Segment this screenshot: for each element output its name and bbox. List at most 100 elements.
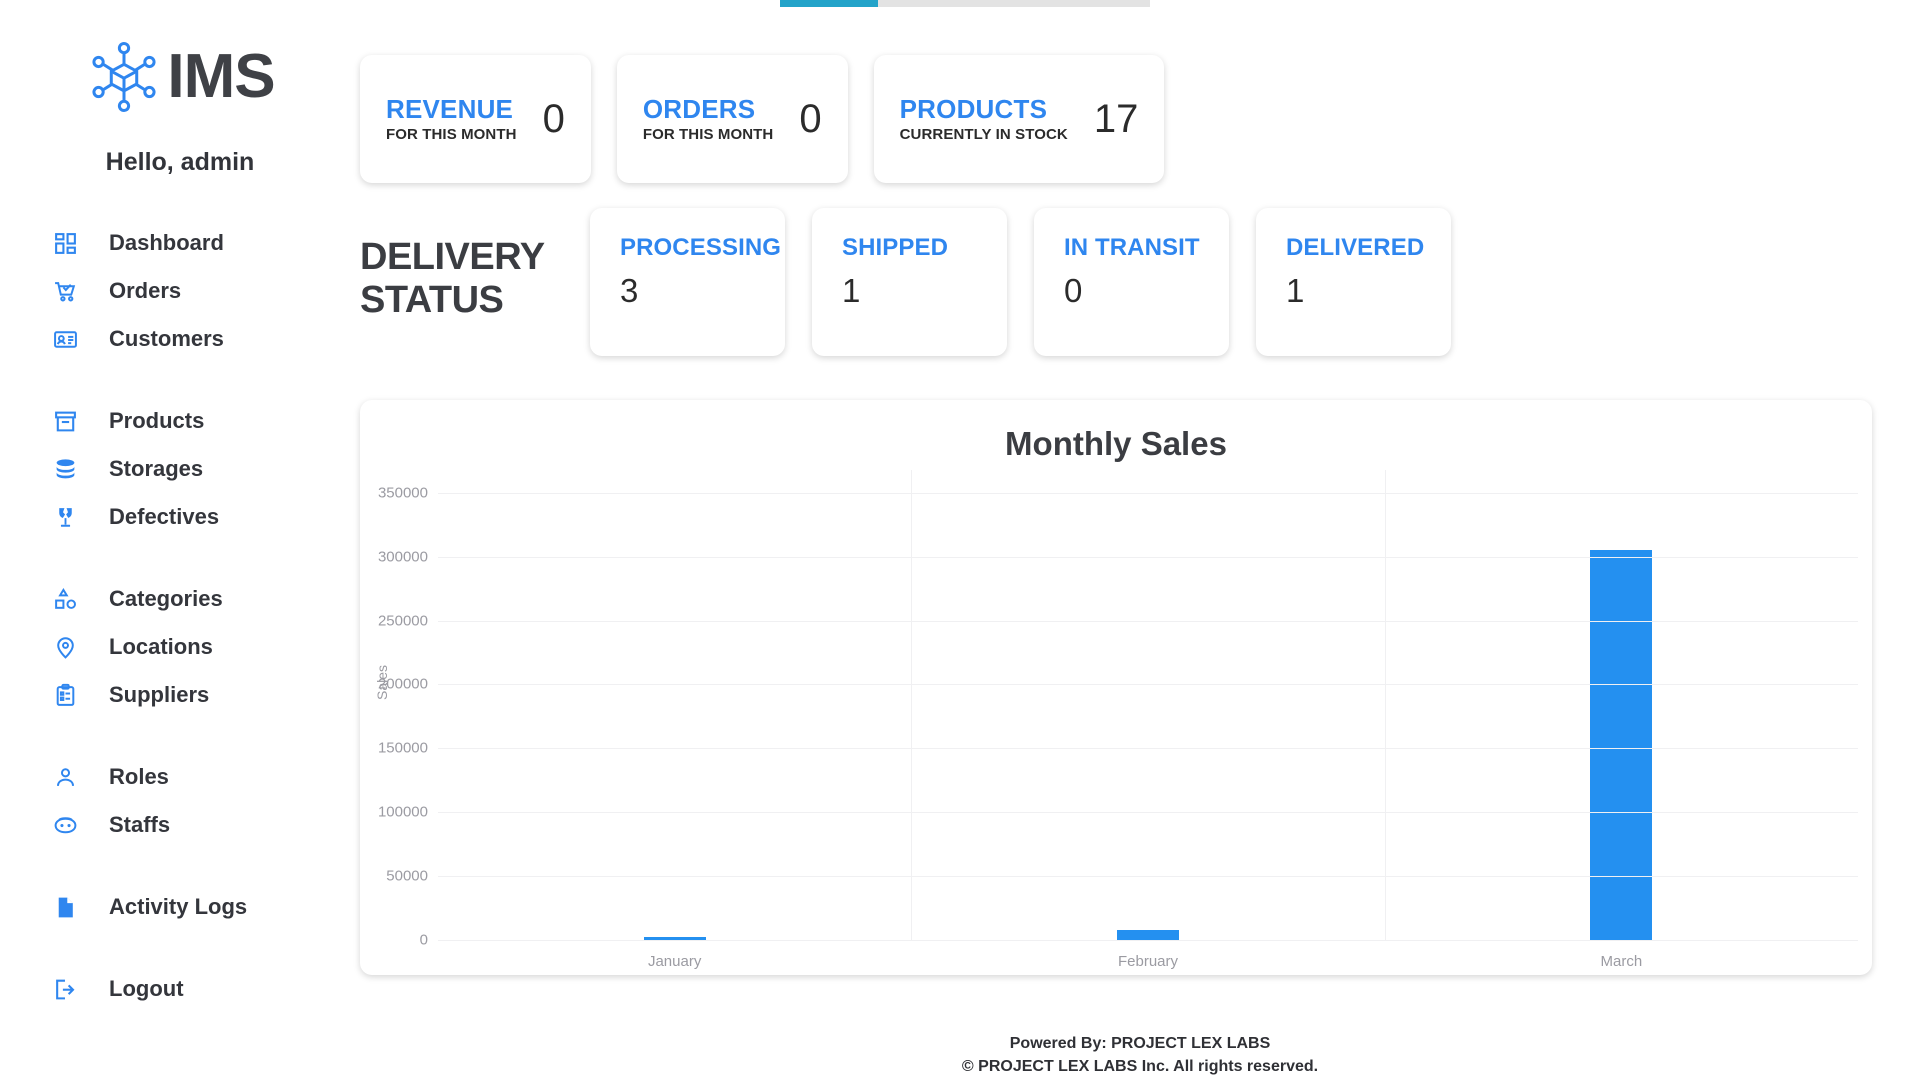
chart-gridline-vertical xyxy=(1384,470,1386,940)
chart-gridline xyxy=(438,748,1858,750)
id-card-icon xyxy=(50,324,80,354)
sidebar-group-catalog: Categories Locations Suppliers xyxy=(0,575,360,719)
main-content: REVENUE FOR THIS MONTH 0 ORDERS FOR THIS… xyxy=(360,0,1920,1030)
chart-y-tick-label: 150000 xyxy=(377,739,428,757)
chart-plot-area xyxy=(360,480,1872,940)
sidebar-item-label: Products xyxy=(109,408,205,433)
sidebar-item-label: Suppliers xyxy=(109,682,210,707)
sidebar-item-label: Categories xyxy=(109,586,223,611)
sidebar-item-label: Customers xyxy=(109,326,224,351)
sidebar-item-activity-logs[interactable]: Activity Logs xyxy=(0,883,360,931)
sidebar-item-label: Roles xyxy=(109,764,169,789)
sidebar: IMS Hello, admin Dashboard Orders Custom… xyxy=(0,0,360,1030)
chart-title: Monthly Sales xyxy=(1005,425,1227,462)
delivery-card-shipped[interactable]: SHIPPED 1 xyxy=(812,208,1007,356)
sidebar-item-label: Orders xyxy=(109,278,182,303)
chart-y-tick-label: 300000 xyxy=(377,548,428,566)
stat-subtitle: FOR THIS MONTH xyxy=(642,126,774,144)
chart-x-tick-label: February xyxy=(1117,953,1179,970)
sidebar-item-products[interactable]: Products xyxy=(0,397,360,445)
stat-subtitle: CURRENTLY IN STOCK xyxy=(899,126,1068,144)
sidebar-group-people: Roles Staffs xyxy=(0,753,360,849)
chart-gridline xyxy=(438,940,1858,941)
sidebar-item-label: Logout xyxy=(109,976,184,1001)
database-stack-icon xyxy=(50,454,80,484)
chart-x-tick-label: March xyxy=(1600,953,1643,970)
delivery-card-value: 1 xyxy=(1286,272,1305,309)
chart-gridline-vertical xyxy=(911,470,913,940)
box-archive-icon xyxy=(50,406,80,436)
delivery-card-value: 1 xyxy=(842,272,861,309)
delivery-card-title: DELIVERED xyxy=(1286,234,1425,261)
sidebar-group-logs: Activity Logs xyxy=(0,883,360,931)
delivery-card-in-transit[interactable]: IN TRANSIT 0 xyxy=(1034,208,1229,356)
chart-bar[interactable] xyxy=(1590,550,1653,940)
chart-y-tick-label: 200000 xyxy=(377,675,428,693)
chart-x-tick-label: January xyxy=(647,953,702,970)
delivery-heading-line2: STATUS xyxy=(360,278,504,321)
stat-card-products[interactable]: PRODUCTS CURRENTLY IN STOCK 17 xyxy=(873,55,1165,183)
clipboard-list-icon xyxy=(50,680,80,710)
stat-title: ORDERS xyxy=(642,93,756,124)
person-icon xyxy=(50,762,80,792)
brand-logo[interactable]: IMS xyxy=(0,38,360,116)
delivery-status-heading: DELIVERY STATUS xyxy=(360,208,590,321)
sidebar-group-main: Dashboard Orders Customers xyxy=(0,219,360,363)
chart-gridline xyxy=(438,556,1858,558)
stat-card-revenue[interactable]: REVENUE FOR THIS MONTH 0 xyxy=(360,55,591,183)
chart-gridline xyxy=(438,492,1858,494)
sidebar-item-logout[interactable]: Logout xyxy=(0,965,360,1013)
logout-arrow-icon xyxy=(50,974,80,1004)
sidebar-item-orders[interactable]: Orders xyxy=(0,267,360,315)
sidebar-item-suppliers[interactable]: Suppliers xyxy=(0,671,360,719)
chart-gridline xyxy=(438,684,1858,686)
stat-card-orders[interactable]: ORDERS FOR THIS MONTH 0 xyxy=(616,55,848,183)
chart-gridline xyxy=(438,812,1858,814)
greeting-text: Hello, admin xyxy=(105,148,255,176)
delivery-card-title: IN TRANSIT xyxy=(1064,234,1200,261)
broken-glass-icon xyxy=(50,502,80,532)
delivery-status-section: DELIVERY STATUS PROCESSING 3 SHIPPED 1 I… xyxy=(360,208,1451,356)
sidebar-item-staffs[interactable]: Staffs xyxy=(0,801,360,849)
face-badge-icon xyxy=(50,810,80,840)
stat-value: 17 xyxy=(1093,97,1139,141)
sidebar-item-storages[interactable]: Storages xyxy=(0,445,360,493)
summary-stats-row: REVENUE FOR THIS MONTH 0 ORDERS FOR THIS… xyxy=(360,55,1165,183)
chart-y-tick-label: 100000 xyxy=(377,803,428,821)
chart-y-tick-label: 350000 xyxy=(377,484,428,502)
footer-copyright: © PROJECT LEX LABS Inc. All rights reser… xyxy=(961,1058,1319,1076)
delivery-card-delivered[interactable]: DELIVERED 1 xyxy=(1256,208,1451,356)
sidebar-item-categories[interactable]: Categories xyxy=(0,575,360,623)
delivery-card-title: SHIPPED xyxy=(842,234,949,261)
delivery-card-title: PROCESSING xyxy=(620,234,782,261)
document-icon xyxy=(50,892,80,922)
shapes-icon xyxy=(50,584,80,614)
chart-bar[interactable] xyxy=(1117,929,1179,940)
sidebar-item-dashboard[interactable]: Dashboard xyxy=(0,219,360,267)
sidebar-group-session: Logout xyxy=(0,965,360,1013)
stat-subtitle: FOR THIS MONTH xyxy=(386,126,517,144)
sidebar-item-roles[interactable]: Roles xyxy=(0,753,360,801)
chart-gridline xyxy=(438,620,1858,622)
shopping-cart-check-icon xyxy=(50,276,80,306)
map-pin-icon xyxy=(50,632,80,662)
delivery-heading-line1: DELIVERY xyxy=(360,236,545,278)
sidebar-item-customers[interactable]: Customers xyxy=(0,315,360,363)
stat-title: REVENUE xyxy=(386,93,514,124)
sidebar-item-locations[interactable]: Locations xyxy=(0,623,360,671)
chart-y-tick-label: 0 xyxy=(419,931,428,949)
monthly-sales-chart-panel: Monthly Sales Sales 0 50000 100000 150000 20… xyxy=(360,400,1872,975)
sidebar-item-label: Locations xyxy=(109,634,213,659)
chart-y-tick-label: 250000 xyxy=(377,612,428,630)
sidebar-item-defectives[interactable]: Defectives xyxy=(0,493,360,541)
stat-value: 0 xyxy=(542,97,565,141)
stat-value: 0 xyxy=(799,97,822,141)
brand-name: IMS xyxy=(167,42,275,111)
chart-y-tick-label: 50000 xyxy=(386,867,428,885)
sidebar-item-label: Storages xyxy=(109,456,204,481)
dashboard-grid-icon xyxy=(50,228,80,258)
delivery-status-cards: PROCESSING 3 SHIPPED 1 IN TRANSIT 0 DELI… xyxy=(590,208,1451,356)
delivery-card-processing[interactable]: PROCESSING 3 xyxy=(590,208,785,356)
delivery-card-value: 3 xyxy=(620,272,639,309)
page-footer: Powered By: PROJECT LEX LABS © PROJECT L… xyxy=(360,1032,1920,1078)
